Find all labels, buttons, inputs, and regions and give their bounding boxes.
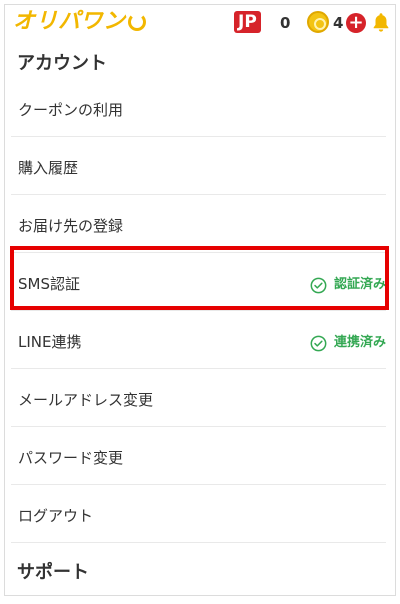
plus-icon: +	[348, 12, 364, 33]
menu-item-label: クーポンの利用	[18, 101, 124, 119]
menu-item-change-password[interactable]: パスワード変更	[11, 431, 386, 485]
logo-mark-icon	[127, 13, 146, 31]
line-linked-status: 連携済み	[310, 333, 386, 353]
bell-icon[interactable]	[370, 11, 392, 33]
support-section-title: サポート	[17, 562, 89, 583]
menu-item-coupon[interactable]: クーポンの利用	[11, 83, 386, 137]
app-logo[interactable]: オリパワン	[13, 9, 146, 35]
app-header: オリパワン JP 0 4 +	[5, 5, 395, 39]
menu-item-label: ログアウト	[18, 507, 94, 525]
region-count: 0	[280, 14, 291, 32]
menu-item-label: パスワード変更	[18, 449, 124, 467]
phone-screen: オリパワン JP 0 4 + アカウント クーポンの利用 購入履歴 お届け先の登…	[4, 4, 396, 596]
highlight-box	[10, 246, 389, 310]
region-badge[interactable]: JP	[234, 11, 261, 33]
add-coin-button[interactable]: +	[346, 13, 366, 33]
menu-item-label: お届け先の登録	[18, 217, 124, 235]
menu-item-label: LINE連携	[18, 333, 82, 351]
menu-item-label: メールアドレス変更	[18, 391, 154, 409]
check-circle-icon	[310, 335, 327, 351]
menu-item-change-email[interactable]: メールアドレス変更	[11, 373, 386, 427]
coin-balance: 4	[333, 14, 344, 32]
status-label: 連携済み	[333, 335, 386, 350]
menu-item-line-link[interactable]: LINE連携 連携済み	[11, 315, 386, 369]
menu-item-label: 購入履歴	[18, 159, 79, 177]
account-section-title: アカウント	[17, 53, 107, 74]
menu-item-purchase-history[interactable]: 購入履歴	[11, 141, 386, 195]
menu-item-shipping-address[interactable]: お届け先の登録	[11, 199, 386, 253]
coin-icon	[307, 11, 329, 33]
logo-text: オリパワン	[13, 9, 126, 34]
menu-item-logout[interactable]: ログアウト	[11, 489, 386, 543]
